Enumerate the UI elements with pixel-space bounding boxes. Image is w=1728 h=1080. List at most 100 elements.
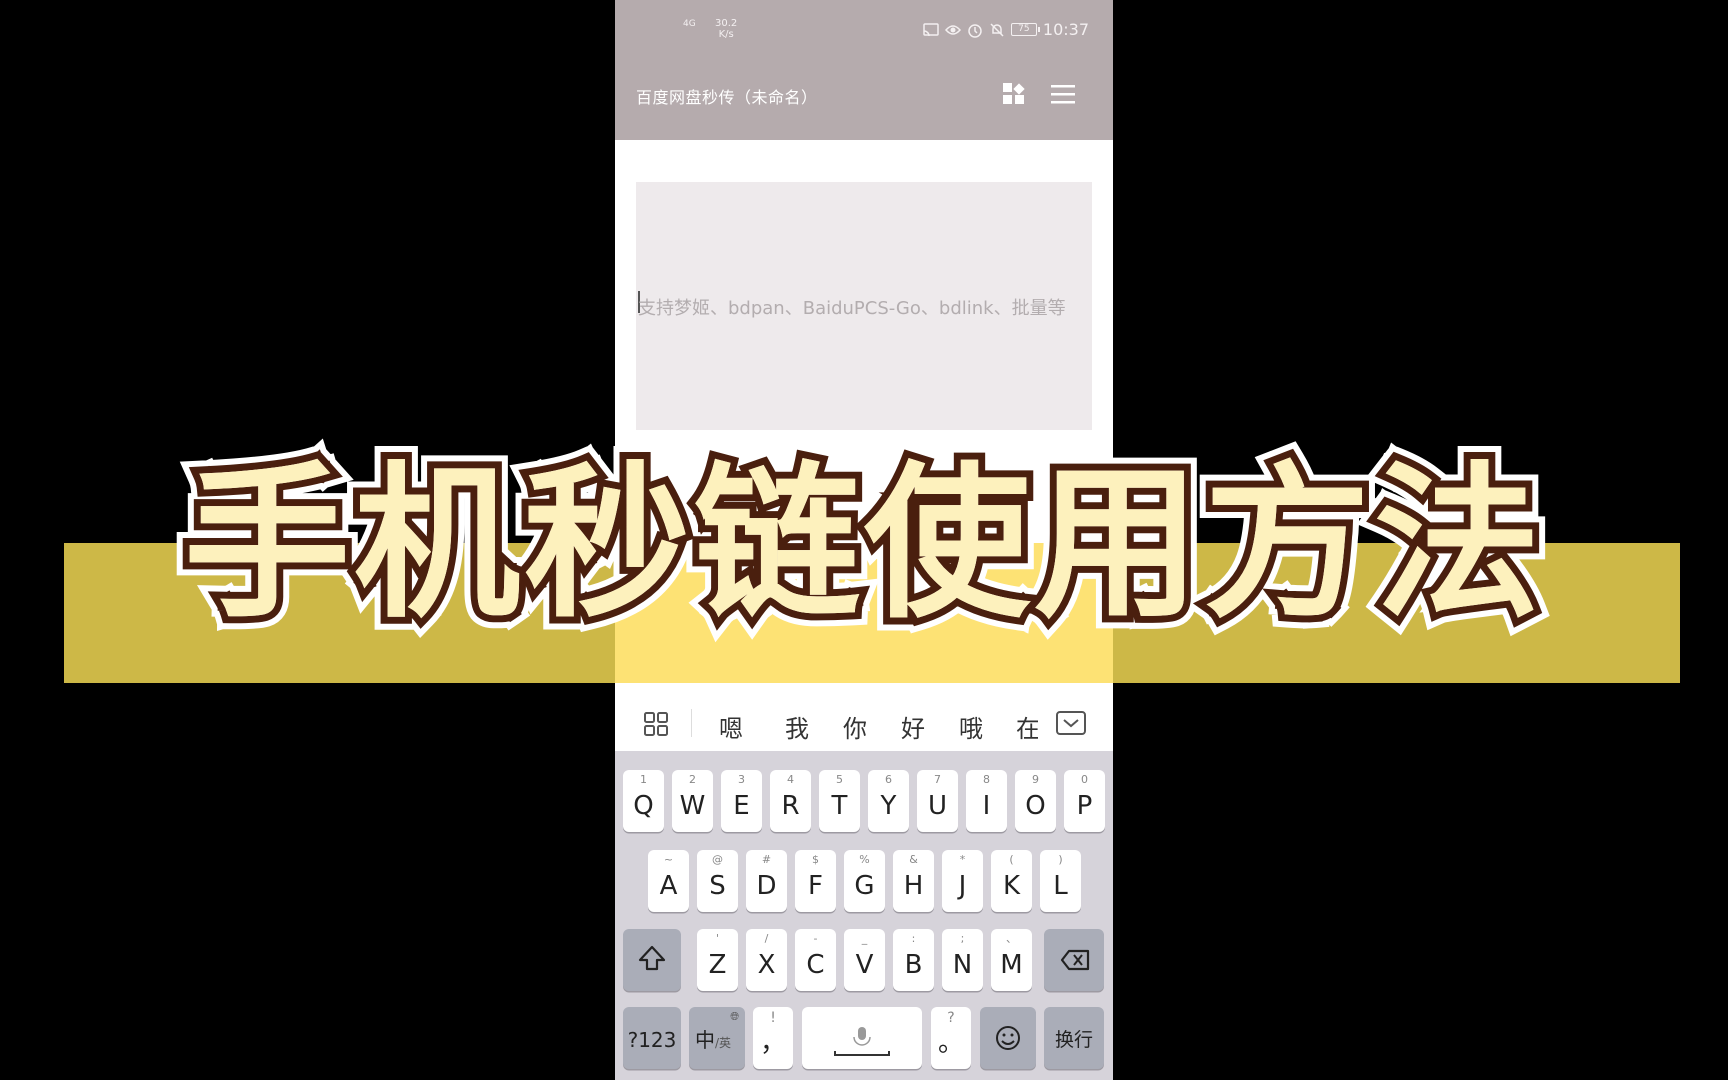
key-alt-label: - [813, 932, 818, 945]
key-label: L [1053, 871, 1068, 901]
period-key[interactable]: ? 。 [931, 1007, 971, 1069]
key-l[interactable]: ) L [1040, 850, 1081, 912]
key-label: C [806, 950, 825, 980]
key-alt-label: ) [1058, 853, 1063, 866]
key-label: A [659, 871, 678, 901]
key-alt-label: 7 [934, 773, 941, 786]
network-indicator: 4G [683, 20, 696, 29]
alarm-icon [967, 22, 983, 38]
key-label: J [958, 871, 967, 901]
key-alt-label: $ [812, 853, 819, 866]
link-input[interactable]: 支持梦姬、bdpan、BaiduPCS-Go、bdlink、批量等 [636, 182, 1092, 430]
suggestion-item[interactable]: 嗯 [719, 709, 743, 744]
key-f[interactable]: $ F [795, 850, 836, 912]
key-label: W [679, 791, 706, 821]
collapse-keyboard-icon[interactable] [1056, 711, 1086, 735]
key-j[interactable]: * J [942, 850, 983, 912]
key-q[interactable]: 1Q [623, 770, 664, 832]
suggestion-item[interactable]: 在 [1016, 709, 1038, 744]
suggestion-item[interactable]: 我 [785, 709, 809, 744]
key-alt-label: @ [712, 853, 723, 866]
key-alt-label: / [764, 932, 769, 945]
key-label: O [1025, 791, 1046, 821]
key-alt-label: ~ [663, 853, 674, 866]
key-u[interactable]: 7U [917, 770, 958, 832]
key-label: D [756, 871, 777, 901]
key-y[interactable]: 6Y [868, 770, 909, 832]
suggestion-bar: 嗯 我 你 好 哦 在 [615, 695, 1113, 751]
key-alt-label: 1 [640, 773, 647, 786]
numbers-key[interactable]: ?123 [623, 1007, 681, 1069]
status-icons: 75 10:37 [923, 20, 1089, 39]
suggestion-item[interactable]: 你 [843, 709, 867, 744]
battery-indicator: 75 [1010, 23, 1040, 36]
key-a[interactable]: ~ A [648, 850, 689, 912]
key-label: Y [880, 791, 897, 821]
app-bar: 百度网盘秒传（未命名） [615, 60, 1113, 140]
clock: 10:37 [1042, 20, 1089, 39]
mute-icon [989, 22, 1005, 38]
network-type: 4G [683, 19, 696, 29]
key-alt-label: & [909, 853, 918, 866]
emoji-key[interactable] [980, 1007, 1036, 1069]
space-key[interactable] [802, 1007, 922, 1069]
key-s[interactable]: @ S [697, 850, 738, 912]
enter-key[interactable]: 换行 [1044, 1007, 1104, 1069]
suggestion-item[interactable]: 好 [901, 709, 925, 744]
keyboard-menu-icon[interactable] [643, 711, 669, 737]
key-alt-label: 5 [836, 773, 843, 786]
key-v[interactable]: _ V [844, 929, 885, 991]
speed-unit: K/s [718, 29, 734, 40]
key-alt-label: _ [861, 932, 868, 945]
key-w[interactable]: 2W [672, 770, 713, 832]
key-k[interactable]: (K [991, 850, 1032, 912]
backspace-key[interactable] [1044, 929, 1104, 991]
input-placeholder: 支持梦姬、bdpan、BaiduPCS-Go、bdlink、批量等 [638, 298, 1066, 319]
key-label: I [982, 791, 991, 821]
keyboard: 1Q2W3E4R5T6Y7U8I9O0P ~ A @ S # D $ F% G & H * J(K) L … [615, 751, 1113, 1080]
suggestion-item[interactable]: 哦 [959, 709, 983, 744]
key-m[interactable]: 、 M [991, 929, 1032, 991]
key-t[interactable]: 5T [819, 770, 860, 832]
eye-icon [944, 22, 961, 38]
key-z[interactable]: ' Z [697, 929, 738, 991]
key-label: H [903, 871, 924, 901]
key-alt-label: ' [715, 932, 720, 945]
key-x[interactable]: / X [746, 929, 787, 991]
shift-key[interactable] [623, 929, 681, 991]
key-n[interactable]: ; N [942, 929, 983, 991]
key-alt-label: * [959, 853, 966, 866]
cast-icon [923, 22, 939, 38]
menu-icon[interactable] [1050, 82, 1076, 106]
title-banner: 手机秒链使用方法 [177, 443, 1547, 647]
grid-add-icon[interactable] [1002, 82, 1026, 106]
network-speed: 30.2 K/s [715, 18, 737, 40]
key-label: U [927, 791, 948, 821]
key-alt-label: % [859, 853, 870, 866]
key-label: E [733, 791, 750, 821]
key-o[interactable]: 9O [1015, 770, 1056, 832]
key-p[interactable]: 0P [1064, 770, 1105, 832]
suggestion-divider [691, 709, 692, 737]
key-b[interactable]: :B [893, 929, 934, 991]
key-label: P [1076, 791, 1093, 821]
key-label: X [757, 950, 776, 980]
key-c[interactable]: -C [795, 929, 836, 991]
key-label: N [952, 950, 973, 980]
comma-key-label: ， [759, 1028, 786, 1058]
key-h[interactable]: & H [893, 850, 934, 912]
key-i[interactable]: 8I [966, 770, 1007, 832]
period-key-alt: ? [947, 1010, 955, 1026]
key-g[interactable]: % G [844, 850, 885, 912]
key-e[interactable]: 3E [721, 770, 762, 832]
comma-key[interactable]: ! ， [753, 1007, 793, 1069]
lang-secondary: /英 [715, 1036, 732, 1050]
key-label: T [831, 791, 848, 821]
globe-icon: 🌐︎ [730, 1010, 739, 1023]
key-d[interactable]: # D [746, 850, 787, 912]
language-key-label: 中/英 [689, 1026, 745, 1057]
key-label: Q [633, 791, 654, 821]
key-r[interactable]: 4R [770, 770, 811, 832]
language-key[interactable]: 中/英 🌐︎ [689, 1007, 745, 1069]
key-alt-label: 6 [885, 773, 892, 786]
